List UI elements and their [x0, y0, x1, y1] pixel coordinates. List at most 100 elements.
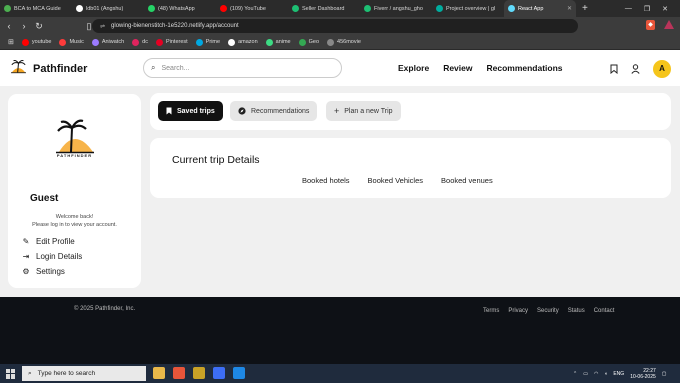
bookmark-item[interactable]: anime — [265, 38, 291, 46]
account-page: PATHFINDER Guest Welcome back! Please lo… — [0, 86, 680, 297]
page-footer: © 2025 Pathfinder, Inc. Terms Privacy Se… — [0, 297, 680, 364]
nav-recommendations[interactable]: Recommendations — [486, 63, 562, 73]
bookmark-item[interactable]: dc — [132, 38, 148, 46]
tab-favicon — [508, 5, 515, 12]
bookmark-item[interactable]: Aniwatch — [91, 38, 124, 46]
notifications-icon[interactable]: ▢ — [662, 371, 667, 377]
taskbar-search[interactable]: ⌕ Type here to search — [22, 366, 146, 381]
minimize-icon[interactable]: — — [625, 5, 632, 12]
browser-tab[interactable]: (109) YouTube — [216, 0, 288, 17]
tab-favicon — [292, 5, 299, 12]
trip-actions-bar: Saved trips Recommendations + Plan a new… — [150, 93, 671, 130]
app-icon[interactable] — [193, 367, 205, 379]
vscode-icon[interactable] — [233, 367, 245, 379]
bookmark-label: 456movie — [337, 39, 361, 45]
footer-links: Terms Privacy Security Status Contact — [483, 308, 614, 314]
new-tab-icon[interactable]: + — [576, 3, 594, 14]
tab-booked-venues[interactable]: Booked venues — [441, 176, 493, 185]
nav-explore[interactable]: Explore — [398, 63, 429, 73]
brand-name[interactable]: Pathfinder — [33, 63, 87, 75]
search-input[interactable] — [161, 64, 322, 72]
tray-overflow-icon[interactable]: ⌃ — [573, 371, 577, 377]
saved-trips-button[interactable]: Saved trips — [158, 101, 223, 121]
tab-title: BCA to MCA Guide — [14, 5, 61, 12]
back-icon[interactable]: ‹ — [3, 21, 15, 31]
browser-tab-bar: BCA to MCA Guide ldb01 (Angshu) (48) Wha… — [0, 0, 680, 17]
bookmark-item[interactable]: 456movie — [327, 38, 361, 46]
reload-icon[interactable]: ↻ — [33, 21, 45, 32]
tab-title: Seller Dashboard — [302, 5, 345, 12]
bookmark-label: youtube — [31, 39, 52, 45]
app-icon[interactable] — [213, 367, 225, 379]
bookmark-item[interactable]: youtube — [21, 38, 52, 46]
tab-favicon — [148, 5, 155, 12]
profile-name: Guest — [30, 193, 59, 204]
footer-status[interactable]: Status — [568, 308, 585, 314]
bookmark-icon[interactable] — [610, 64, 618, 74]
settings-label: Settings — [36, 267, 65, 276]
nav-review[interactable]: Review — [443, 63, 472, 73]
windows-start-icon[interactable] — [6, 368, 16, 379]
brave-shield-icon[interactable]: ◆ — [646, 20, 655, 30]
bookmark-favicon — [91, 38, 99, 46]
forward-icon[interactable]: › — [18, 21, 30, 31]
browser-tab[interactable]: Fiverr / angshu_gho — [360, 0, 432, 17]
address-bar[interactable]: ⇌ glowing-bienenstitch-1e5220.netlify.ap… — [92, 19, 578, 33]
apps-grid-icon[interactable]: ⊞ — [8, 38, 14, 46]
user-icon[interactable] — [631, 64, 640, 74]
close-tab-icon[interactable]: ✕ — [567, 5, 572, 12]
logo-caption: PATHFINDER — [56, 153, 93, 158]
recommendations-button[interactable]: Recommendations — [230, 101, 318, 121]
tab-booked-hotels[interactable]: Booked hotels — [302, 176, 350, 185]
avatar[interactable]: A — [653, 60, 671, 78]
bookmark-item[interactable]: Pinterest — [155, 38, 188, 46]
footer-privacy[interactable]: Privacy — [508, 308, 528, 314]
wifi-icon[interactable]: ◠ — [594, 371, 598, 377]
brave-browser-icon[interactable] — [173, 367, 185, 379]
tab-title: Fiverr / angshu_gho — [374, 5, 423, 12]
footer-contact[interactable]: Contact — [594, 308, 615, 314]
tab-title: Project overview | gl — [446, 5, 496, 12]
brave-rewards-icon[interactable] — [664, 20, 674, 29]
login-details-link[interactable]: ⇥ Login Details — [21, 252, 83, 261]
search-box[interactable]: ⌕ — [143, 58, 342, 78]
browser-tab[interactable]: ldb01 (Angshu) — [72, 0, 144, 17]
footer-security[interactable]: Security — [537, 308, 559, 314]
bookmark-item[interactable]: amazon — [228, 38, 258, 46]
bookmark-favicon — [228, 38, 236, 46]
search-icon: ⌕ — [151, 63, 156, 72]
volume-icon[interactable]: ◖ — [604, 371, 607, 377]
bookmark-item[interactable]: Geo — [298, 38, 319, 46]
bookmark-item[interactable]: Music — [59, 38, 84, 46]
file-explorer-icon[interactable] — [153, 367, 165, 379]
battery-icon[interactable]: ▭ — [583, 371, 588, 377]
taskbar-search-placeholder: Type here to search — [37, 370, 96, 377]
maximize-icon[interactable]: ❐ — [644, 5, 650, 13]
bookmark-label: Pinterest — [165, 39, 188, 45]
browser-tab-active[interactable]: React App ✕ — [504, 0, 576, 17]
close-window-icon[interactable]: ✕ — [662, 5, 668, 13]
edit-profile-link[interactable]: ✎ Edit Profile — [21, 237, 82, 246]
saved-trips-label: Saved trips — [177, 107, 215, 115]
clock-date: 10-06-2025 — [630, 373, 656, 380]
bookmark-icon — [166, 107, 172, 115]
site-info-icon[interactable]: ⇌ — [100, 23, 105, 30]
clock[interactable]: 22:27 10-06-2025 — [630, 368, 656, 380]
edit-profile-label: Edit Profile — [36, 237, 75, 246]
settings-link[interactable]: ⚙ Settings — [21, 267, 82, 276]
tab-title: React App — [518, 5, 544, 12]
bookmark-item[interactable]: Prime — [195, 38, 220, 46]
bookmarks-bar: ⊞ youtube Music Aniwatch dc Pinterest Pr… — [0, 35, 680, 50]
bookmark-favicon — [265, 38, 273, 46]
tab-booked-vehicles[interactable]: Booked Vehicles — [368, 176, 423, 185]
browser-tab[interactable]: Project overview | gl — [432, 0, 504, 17]
gear-icon: ⚙ — [22, 267, 30, 276]
pathfinder-logo-icon[interactable] — [10, 59, 27, 74]
footer-terms[interactable]: Terms — [483, 308, 499, 314]
language-indicator[interactable]: ENG — [613, 371, 624, 377]
edit-icon: ✎ — [22, 237, 30, 246]
plan-new-trip-button[interactable]: + Plan a new Trip — [326, 101, 401, 121]
browser-tab[interactable]: BCA to MCA Guide — [0, 0, 72, 17]
browser-tab[interactable]: (48) WhatsApp — [144, 0, 216, 17]
browser-tab[interactable]: Seller Dashboard — [288, 0, 360, 17]
